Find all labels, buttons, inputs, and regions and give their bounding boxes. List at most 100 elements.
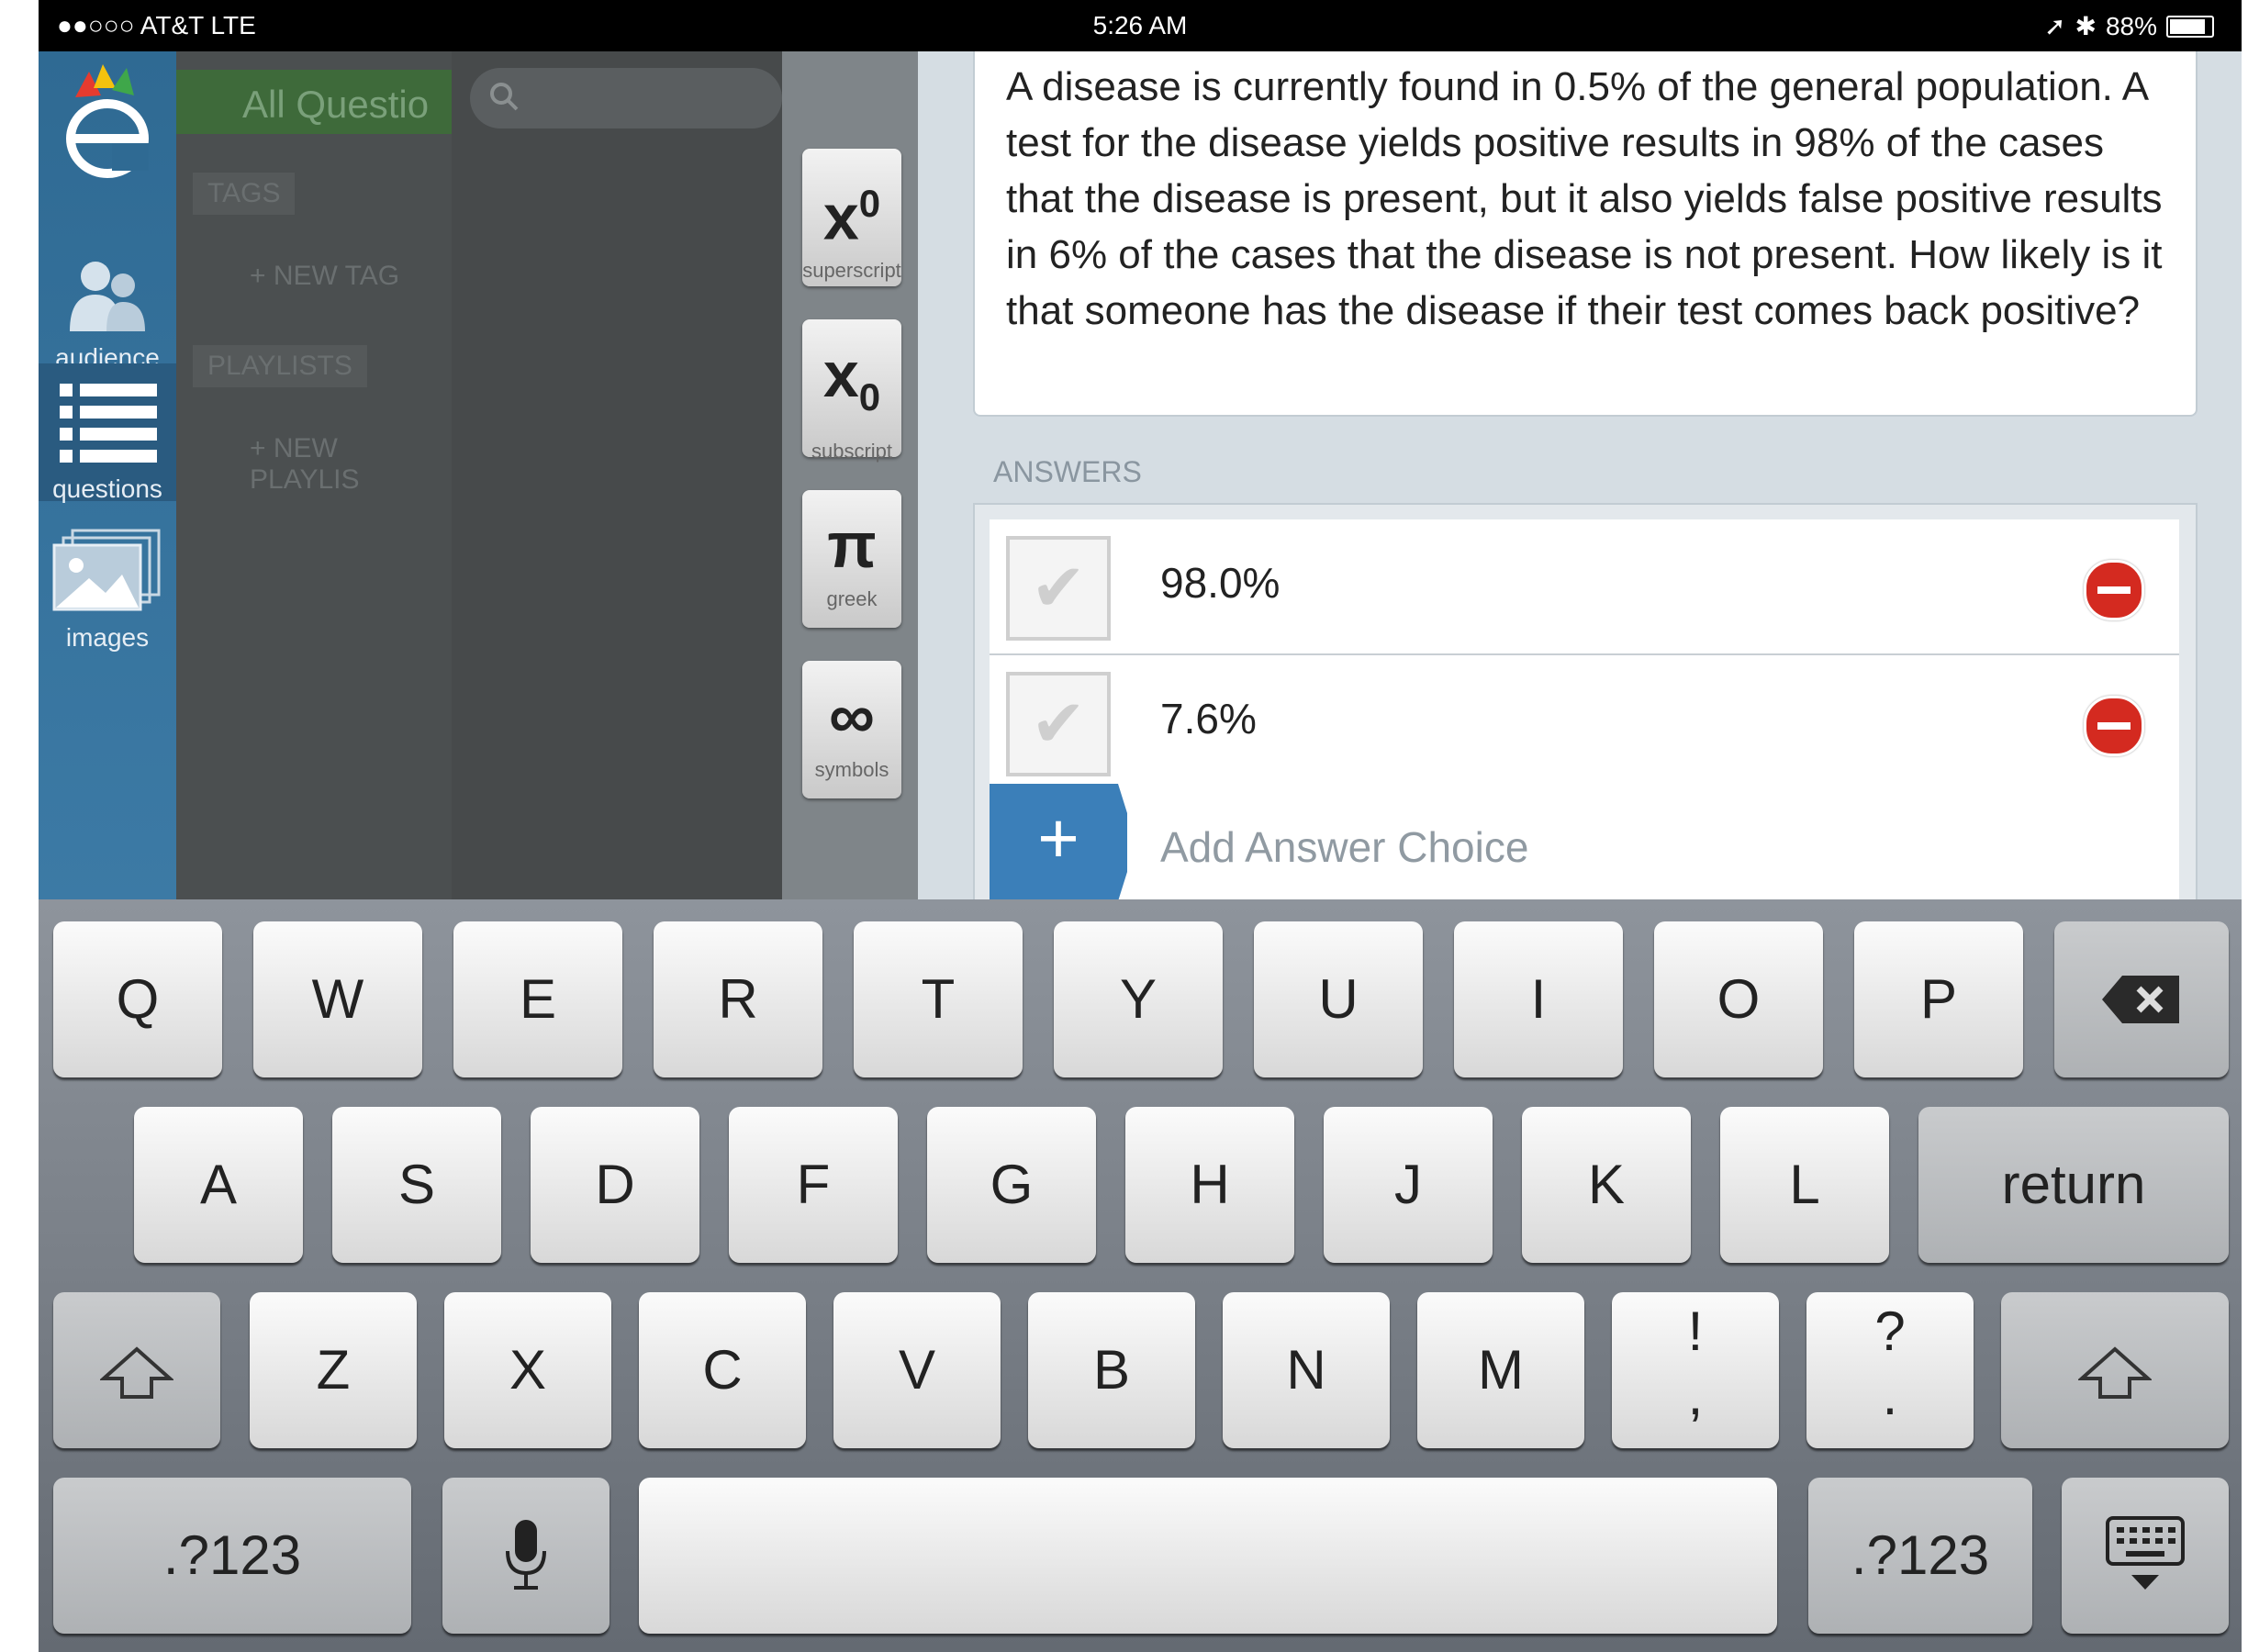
add-answer-button[interactable]: + [990, 784, 1127, 901]
key-m[interactable]: M [1417, 1292, 1584, 1448]
clock: 5:26 AM [1092, 11, 1188, 39]
shift-key-left[interactable] [53, 1292, 220, 1448]
sidebar-item-audience[interactable]: audience [39, 258, 176, 372]
hide-keyboard-icon [2106, 1516, 2185, 1590]
key-d[interactable]: D [531, 1107, 699, 1263]
battery-icon [2166, 15, 2214, 38]
question-library-panel: All Questio TAGS + NEW TAG PLAYLISTS + N… [176, 51, 452, 899]
screen: ●●○○○ AT&T LTE 5:26 AM ➚ ✱ 88% audience [39, 0, 2242, 1652]
app-sidebar: audience questions images [39, 51, 176, 899]
answer-value[interactable]: 98.0% [1160, 558, 1280, 608]
key-u[interactable]: U [1254, 921, 1423, 1077]
superscript-button[interactable]: x0 superscript [802, 149, 901, 286]
hide-keyboard-key[interactable] [2062, 1478, 2229, 1634]
checkmark-icon: ✔ [1030, 687, 1087, 761]
backspace-key[interactable] [2054, 921, 2229, 1077]
correct-checkbox[interactable]: ✔ [1006, 672, 1111, 776]
search-input[interactable] [470, 68, 782, 128]
subscript-icon: x0 [822, 339, 881, 419]
tags-label: TAGS [193, 173, 296, 215]
checkmark-icon: ✔ [1030, 552, 1087, 625]
question-text: A disease is currently found in 0.5% of … [1006, 64, 2163, 333]
new-playlist-button[interactable]: + NEW PLAYLIS [250, 433, 452, 496]
key-s[interactable]: S [332, 1107, 501, 1263]
plus-icon: + [1037, 798, 1079, 878]
sidebar-item-label: images [65, 623, 150, 652]
superscript-icon: x0 [822, 181, 881, 253]
sidebar-item-questions[interactable]: questions [39, 363, 176, 503]
answer-row[interactable]: ✔ 7.6% [990, 655, 2179, 791]
correct-checkbox[interactable]: ✔ [1006, 536, 1111, 641]
key-t[interactable]: T [854, 921, 1023, 1077]
key-x[interactable]: X [444, 1292, 611, 1448]
key-n[interactable]: N [1223, 1292, 1390, 1448]
key-h[interactable]: H [1125, 1107, 1294, 1263]
app-logo [66, 64, 149, 178]
tool-label: greek [826, 587, 878, 610]
question-list-column [452, 51, 782, 899]
subscript-button[interactable]: x0 subscript [802, 319, 901, 463]
key-g[interactable]: G [927, 1107, 1096, 1263]
answers-label: ANSWERS [993, 455, 1142, 488]
numbers-key-right[interactable]: .?123 [1808, 1478, 2032, 1634]
key-o[interactable]: O [1654, 921, 1823, 1077]
key-k[interactable]: K [1522, 1107, 1691, 1263]
key-b[interactable]: B [1028, 1292, 1195, 1448]
key-q[interactable]: Q [53, 921, 222, 1077]
search-icon [488, 81, 520, 120]
sidebar-item-label: questions [52, 474, 162, 503]
key-exclamation-comma[interactable]: ! , [1612, 1292, 1779, 1448]
shift-key-right[interactable] [2001, 1292, 2229, 1448]
microphone-icon [506, 1520, 546, 1590]
key-j[interactable]: J [1324, 1107, 1493, 1263]
key-w[interactable]: W [253, 921, 422, 1077]
answers-list: ✔ 98.0% ✔ 7.6% + Add Answer Choice [973, 503, 2198, 903]
shift-icon [98, 1346, 175, 1399]
sidebar-item-images[interactable]: images [39, 516, 176, 653]
key-a[interactable]: A [134, 1107, 303, 1263]
key-l[interactable]: L [1720, 1107, 1889, 1263]
key-r[interactable]: R [654, 921, 822, 1077]
key-e[interactable]: E [453, 921, 622, 1077]
tool-label: superscript [802, 259, 901, 283]
images-icon [52, 529, 161, 611]
infinity-icon: ∞ [829, 680, 875, 752]
battery-percent: 88% [2105, 11, 2157, 40]
add-answer-label: Add Answer Choice [1160, 823, 1529, 871]
shift-icon [2076, 1346, 2153, 1399]
delete-answer-icon[interactable] [2084, 696, 2144, 756]
key-y[interactable]: Y [1054, 921, 1223, 1077]
delete-answer-icon[interactable] [2084, 560, 2144, 620]
question-editor: A disease is currently found in 0.5% of … [918, 51, 2242, 903]
question-text-field[interactable]: A disease is currently found in 0.5% of … [973, 51, 2198, 417]
tool-label: subscript [811, 440, 893, 463]
dictation-key[interactable] [442, 1478, 610, 1634]
key-c[interactable]: C [639, 1292, 806, 1448]
backspace-icon [2102, 976, 2179, 1023]
new-tag-button[interactable]: + NEW TAG [250, 261, 399, 292]
space-key[interactable] [639, 1478, 1777, 1634]
tool-label: symbols [814, 758, 889, 781]
add-answer-row[interactable]: + Add Answer Choice [990, 784, 2179, 901]
key-z[interactable]: Z [250, 1292, 417, 1448]
list-icon [60, 384, 157, 463]
greek-button[interactable]: π greek [802, 490, 901, 628]
panel-header[interactable]: All Questio [176, 70, 452, 134]
status-bar: ●●○○○ AT&T LTE 5:26 AM ➚ ✱ 88% [39, 0, 2242, 51]
numbers-key-left[interactable]: .?123 [53, 1478, 411, 1634]
location-icon: ➚ [2044, 12, 2066, 40]
symbols-button[interactable]: ∞ symbols [802, 661, 901, 798]
key-i[interactable]: I [1454, 921, 1623, 1077]
math-toolbar: x0 superscript x0 subscript π greek ∞ sy… [782, 51, 918, 899]
audience-icon [70, 262, 145, 331]
key-v[interactable]: V [833, 1292, 1001, 1448]
pi-icon: π [827, 509, 877, 581]
answer-row[interactable]: ✔ 98.0% [990, 519, 2179, 655]
key-p[interactable]: P [1854, 921, 2023, 1077]
status-right: ➚ ✱ 88% [2044, 11, 2214, 41]
answer-value[interactable]: 7.6% [1160, 694, 1257, 743]
key-question-period[interactable]: ? . [1806, 1292, 1974, 1448]
return-key[interactable]: return [1918, 1107, 2229, 1263]
playlists-label: PLAYLISTS [193, 345, 367, 387]
key-f[interactable]: F [729, 1107, 898, 1263]
